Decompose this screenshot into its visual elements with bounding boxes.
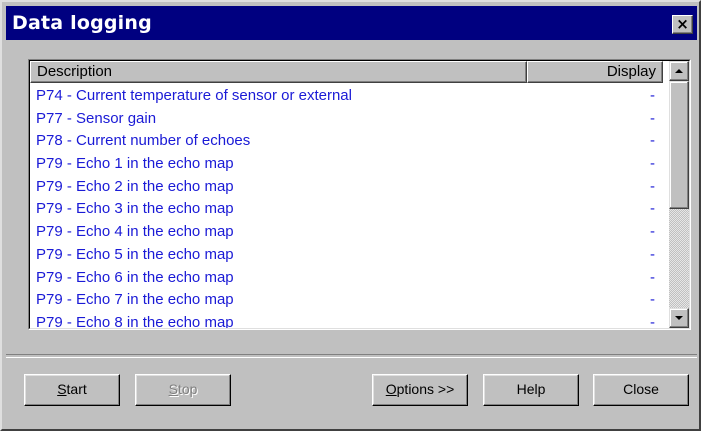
help-button[interactable]: Help — [483, 374, 579, 406]
window-title: Data logging — [12, 12, 152, 34]
list-item[interactable]: P79 - Echo 2 in the echo map - — [30, 176, 663, 199]
item-description: P74 - Current temperature of sensor or e… — [36, 87, 352, 104]
item-description: P78 - Current number of echoes — [36, 132, 251, 150]
close-button[interactable]: Close — [593, 374, 689, 406]
arrow-up-icon — [675, 69, 683, 73]
list-item[interactable]: P79 - Echo 8 in the echo map - — [30, 312, 663, 329]
item-description: P79 - Echo 4 in the echo map — [36, 223, 234, 241]
stop-hotkey: S — [168, 381, 178, 397]
title-bar[interactable]: Data logging × — [6, 6, 697, 40]
column-header-display[interactable]: Display — [527, 61, 663, 83]
options-hotkey: O — [385, 381, 397, 397]
item-display-value: - — [650, 87, 655, 104]
separator — [6, 354, 697, 358]
list-item[interactable]: P79 - Echo 1 in the echo map - — [30, 153, 663, 176]
list-rows: P74 - Current temperature of sensor or e… — [30, 85, 663, 329]
options-label-rest: ptions >> — [396, 381, 455, 397]
list-item[interactable]: P79 - Echo 5 in the echo map - — [30, 244, 663, 267]
item-display-value: - — [650, 200, 655, 218]
scroll-up-button[interactable] — [669, 61, 689, 81]
item-display-value: - — [650, 109, 655, 127]
list-item[interactable]: P79 - Echo 3 in the echo map - — [30, 198, 663, 221]
item-display-value: - — [650, 245, 655, 263]
vertical-scrollbar[interactable] — [669, 61, 689, 328]
list-item[interactable]: P79 - Echo 4 in the echo map - — [30, 221, 663, 244]
data-logging-dialog: Data logging × Description Display P74 -… — [0, 0, 701, 431]
item-display-value: - — [650, 132, 655, 150]
scroll-thumb[interactable] — [669, 81, 689, 209]
item-display-value: - — [650, 155, 655, 173]
list-item[interactable]: P74 - Current temperature of sensor or e… — [30, 85, 663, 108]
scroll-down-button[interactable] — [669, 308, 689, 328]
close-window-button[interactable]: × — [672, 15, 693, 34]
list-item[interactable]: P79 - Echo 7 in the echo map - — [30, 289, 663, 312]
data-list[interactable]: Description Display P74 - Current temper… — [29, 60, 690, 329]
item-display-value: - — [650, 177, 655, 195]
item-description: P79 - Echo 3 in the echo map — [36, 200, 234, 218]
item-description: P79 - Echo 8 in the echo map — [36, 313, 234, 329]
item-description: P79 - Echo 2 in the echo map — [36, 177, 234, 195]
item-description: P77 - Sensor gain — [36, 109, 157, 127]
item-display-value: - — [650, 223, 655, 241]
item-display-value: - — [650, 268, 655, 286]
item-description: P79 - Echo 7 in the echo map — [36, 291, 234, 309]
list-header: Description Display — [30, 61, 663, 83]
stop-label-rest: top — [177, 381, 198, 397]
data-list-frame: Description Display P74 - Current temper… — [28, 59, 691, 330]
column-header-description[interactable]: Description — [30, 61, 527, 83]
item-display-value: - — [650, 291, 655, 309]
arrow-down-icon — [675, 316, 683, 320]
item-display-value: - — [650, 313, 655, 329]
list-item[interactable]: P79 - Echo 6 in the echo map - — [30, 267, 663, 290]
item-description: P79 - Echo 6 in the echo map — [36, 268, 234, 286]
item-description: P79 - Echo 1 in the echo map — [36, 155, 234, 173]
list-item[interactable]: P78 - Current number of echoes - — [30, 130, 663, 153]
item-description: P79 - Echo 5 in the echo map — [36, 245, 234, 263]
list-item[interactable]: P77 - Sensor gain - — [30, 108, 663, 131]
start-hotkey: S — [57, 381, 67, 397]
start-button[interactable]: Start — [24, 374, 120, 406]
start-label-rest: tart — [66, 381, 87, 397]
options-button[interactable]: Options >> — [372, 374, 468, 406]
stop-button[interactable]: Stop — [135, 374, 231, 406]
